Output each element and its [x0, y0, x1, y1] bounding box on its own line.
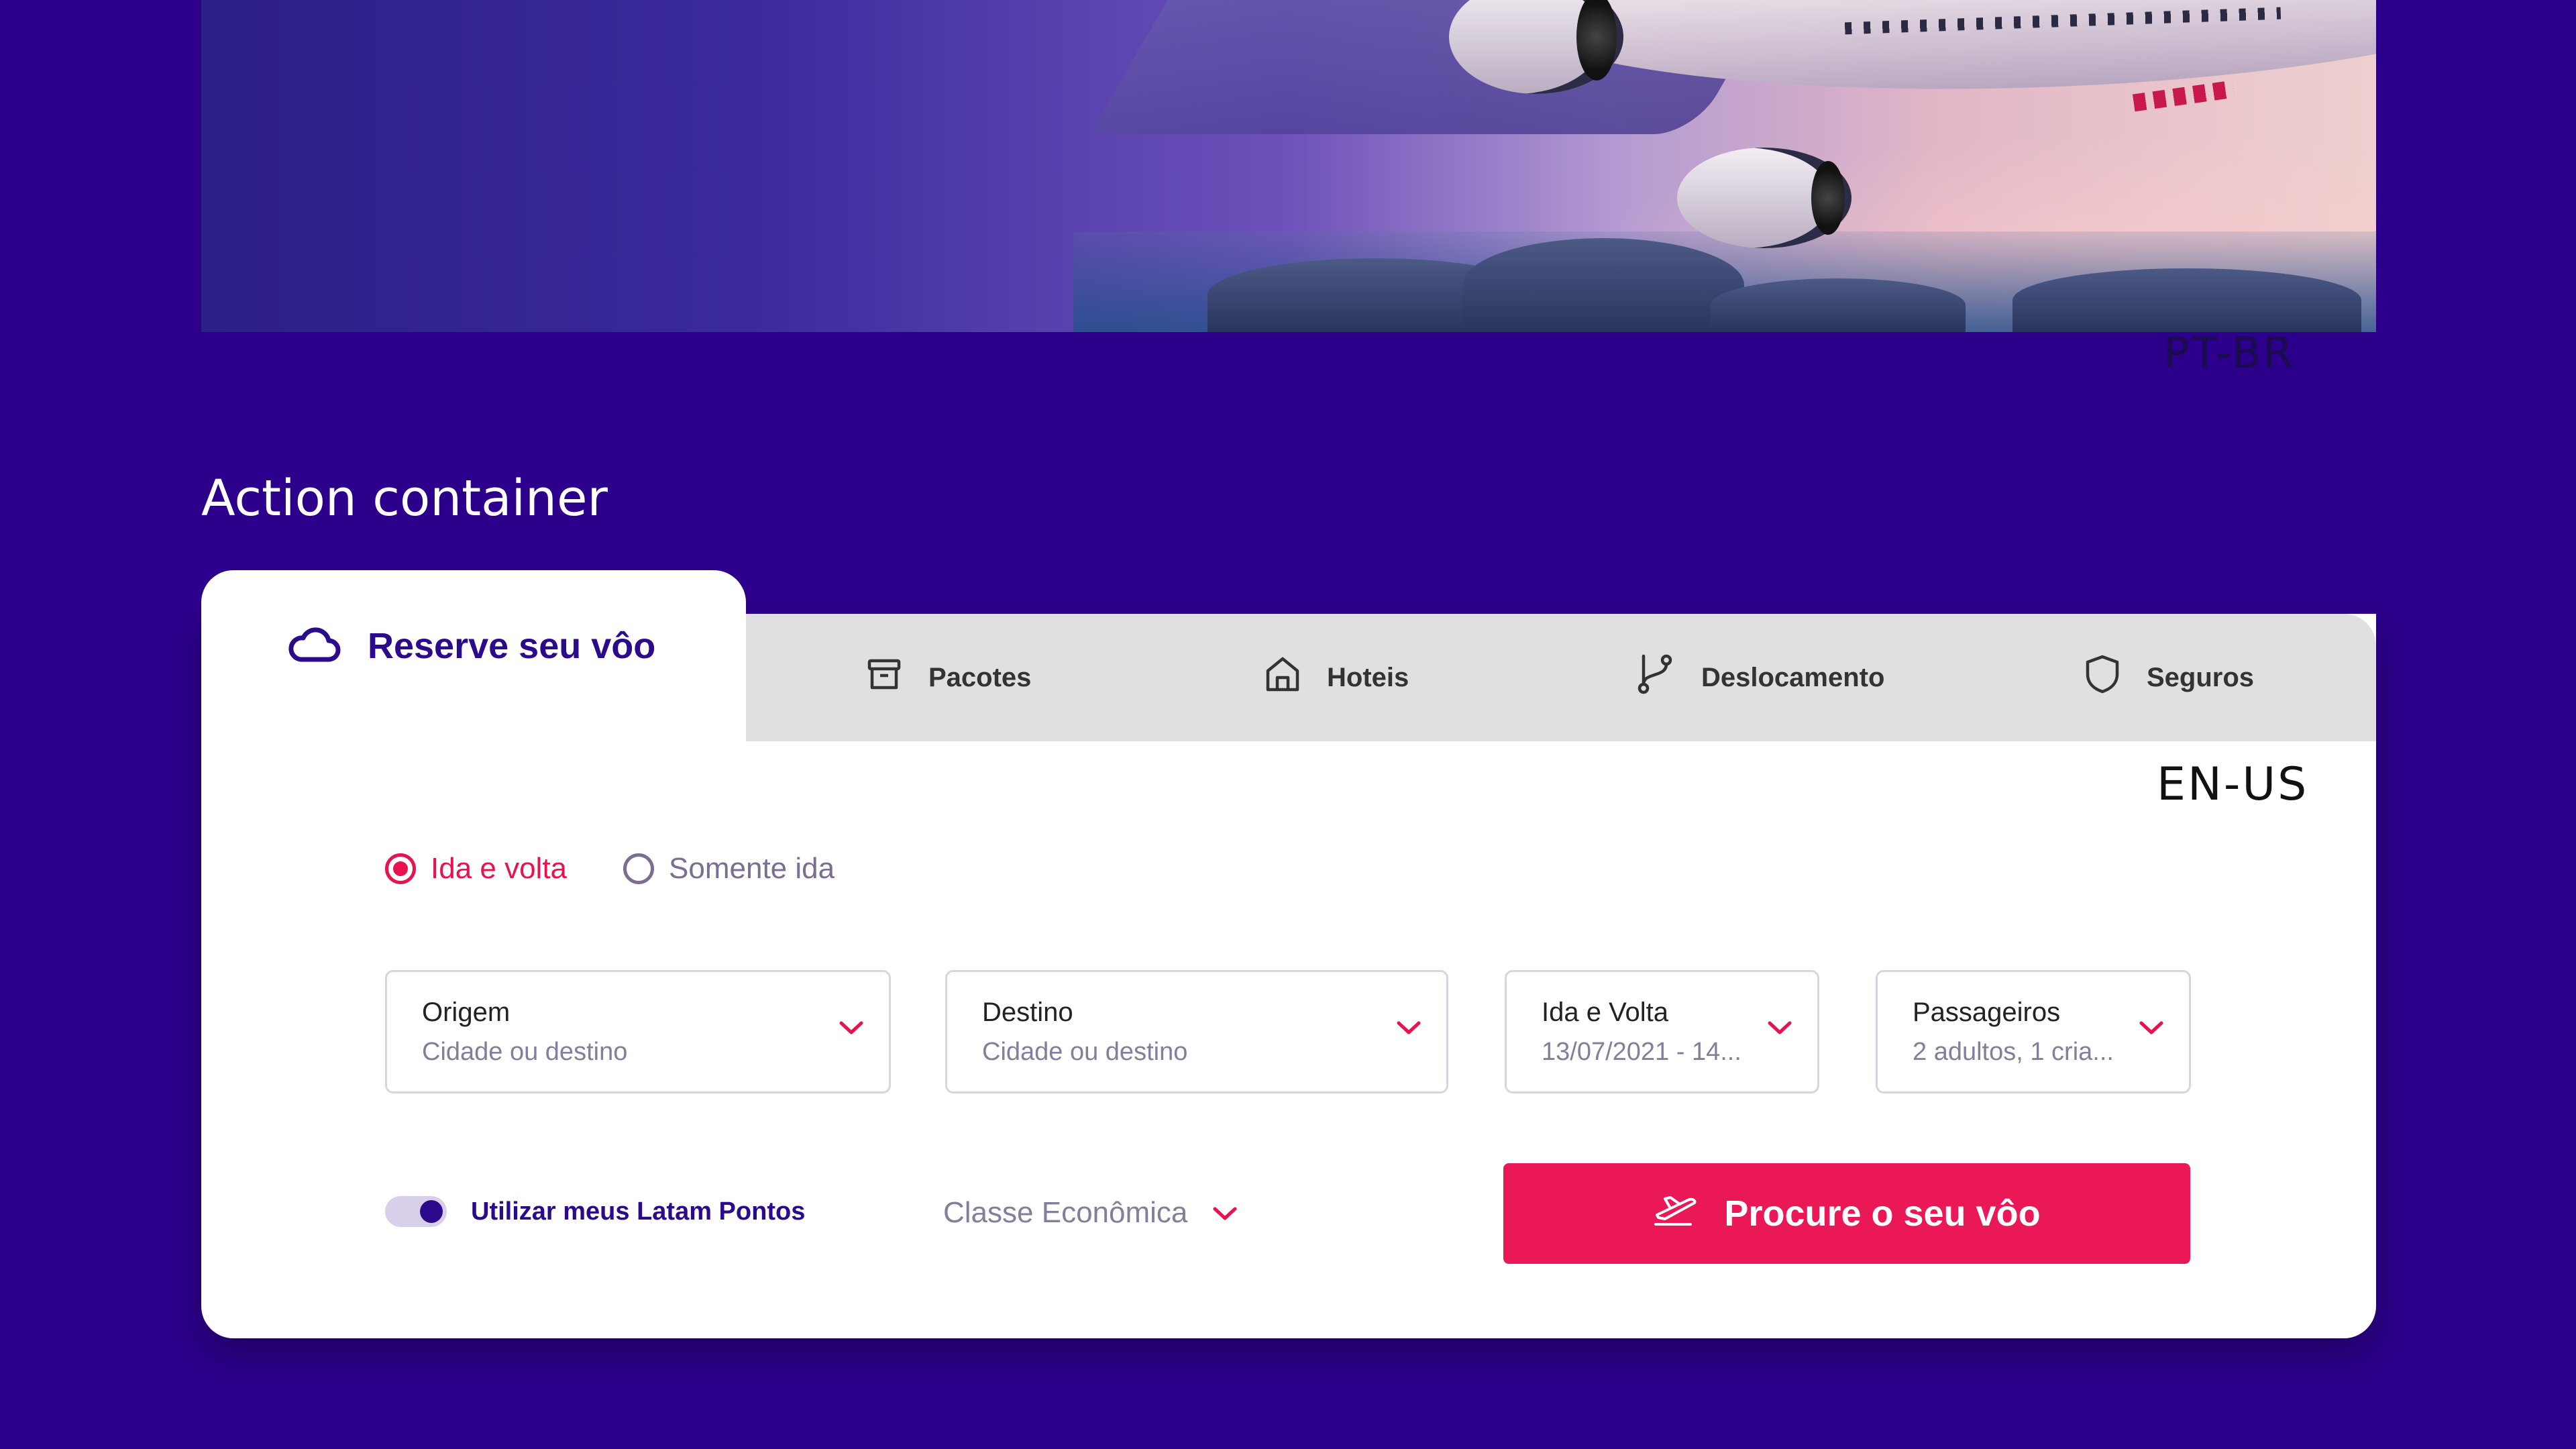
cabin-class-select[interactable]: Classe Econômica — [943, 1196, 1238, 1230]
passengers-field-label: Passageiros — [1913, 998, 2061, 1027]
chevron-down-icon — [838, 1019, 865, 1040]
tab-reserve-flight[interactable]: Reserve seu vôo — [201, 570, 746, 742]
tab-insurance-label: Seguros — [2147, 662, 2255, 692]
radio-one-way[interactable]: Somente ida — [623, 852, 835, 885]
dates-field-label: Ida e Volta — [1542, 998, 1669, 1027]
chevron-down-icon — [2138, 1019, 2165, 1040]
home-icon — [1265, 656, 1300, 699]
latam-points-toggle[interactable]: Utilizar meus Latam Pontos — [385, 1196, 805, 1227]
locale-label-ptbr: PT-BR — [2163, 329, 2295, 378]
passengers-field[interactable]: Passageiros 2 adultos, 1 cria... — [1876, 970, 2191, 1093]
origin-field-label: Origem — [422, 998, 511, 1027]
tab-hotels[interactable]: Hoteis — [1265, 614, 1409, 741]
cabin-class-value: Classe Econômica — [943, 1196, 1188, 1229]
toggle-knob — [420, 1200, 443, 1223]
radio-checked-icon — [385, 853, 416, 884]
tab-insurance[interactable]: Seguros — [2085, 614, 2254, 741]
dates-field[interactable]: Ida e Volta 13/07/2021 - 14... — [1505, 970, 1819, 1093]
tab-hotels-label: Hoteis — [1327, 662, 1409, 692]
tab-transfers-label: Deslocamento — [1701, 662, 1885, 692]
chevron-down-icon — [1395, 1019, 1422, 1040]
route-icon — [1635, 653, 1674, 702]
destination-field-label: Destino — [982, 998, 1073, 1027]
origin-field-placeholder: Cidade ou destino — [422, 1038, 628, 1066]
toggle-switch[interactable] — [385, 1196, 447, 1227]
hero-banner-image — [201, 0, 2376, 332]
package-box-icon — [867, 658, 902, 697]
hero-plane-stripe — [2132, 80, 2235, 112]
radio-round-trip[interactable]: Ida e volta — [385, 852, 567, 885]
radio-one-way-label: Somente ida — [669, 852, 835, 885]
tab-reserve-flight-label: Reserve seu vôo — [368, 626, 656, 666]
shield-icon — [2085, 654, 2120, 701]
destination-field[interactable]: Destino Cidade ou destino — [945, 970, 1448, 1093]
hero-mountain — [1711, 278, 1966, 332]
destination-field-placeholder: Cidade ou destino — [982, 1038, 1188, 1066]
search-flight-button[interactable]: Procure o seu vôo — [1503, 1163, 2190, 1264]
trip-type-radio-group: Ida e volta Somente ida — [385, 852, 835, 885]
dates-field-value: 13/07/2021 - 14... — [1542, 1038, 1741, 1066]
chevron-down-icon — [1766, 1019, 1793, 1040]
locale-label-enus: EN-US — [2157, 758, 2309, 811]
hero-mountain — [2012, 268, 2361, 332]
origin-field[interactable]: Origem Cidade ou destino — [385, 970, 891, 1093]
search-flight-button-label: Procure o seu vôo — [1724, 1193, 2041, 1234]
passengers-field-value: 2 adultos, 1 cria... — [1913, 1038, 2114, 1066]
tab-transfers[interactable]: Deslocamento — [1635, 614, 1884, 741]
tab-packages[interactable]: Pacotes — [867, 614, 1031, 741]
plane-takeoff-icon — [1653, 1192, 1700, 1236]
tab-packages-label: Pacotes — [928, 662, 1032, 692]
hero-plane-engine — [1677, 148, 1851, 248]
section-title: Action container — [201, 470, 608, 527]
cloud-icon — [287, 625, 341, 668]
chevron-down-icon — [1212, 1196, 1238, 1230]
hero-mountain — [1462, 238, 1744, 332]
radio-unchecked-icon — [623, 853, 655, 884]
latam-points-toggle-label: Utilizar meus Latam Pontos — [471, 1197, 806, 1226]
radio-round-trip-label: Ida e volta — [431, 852, 568, 885]
